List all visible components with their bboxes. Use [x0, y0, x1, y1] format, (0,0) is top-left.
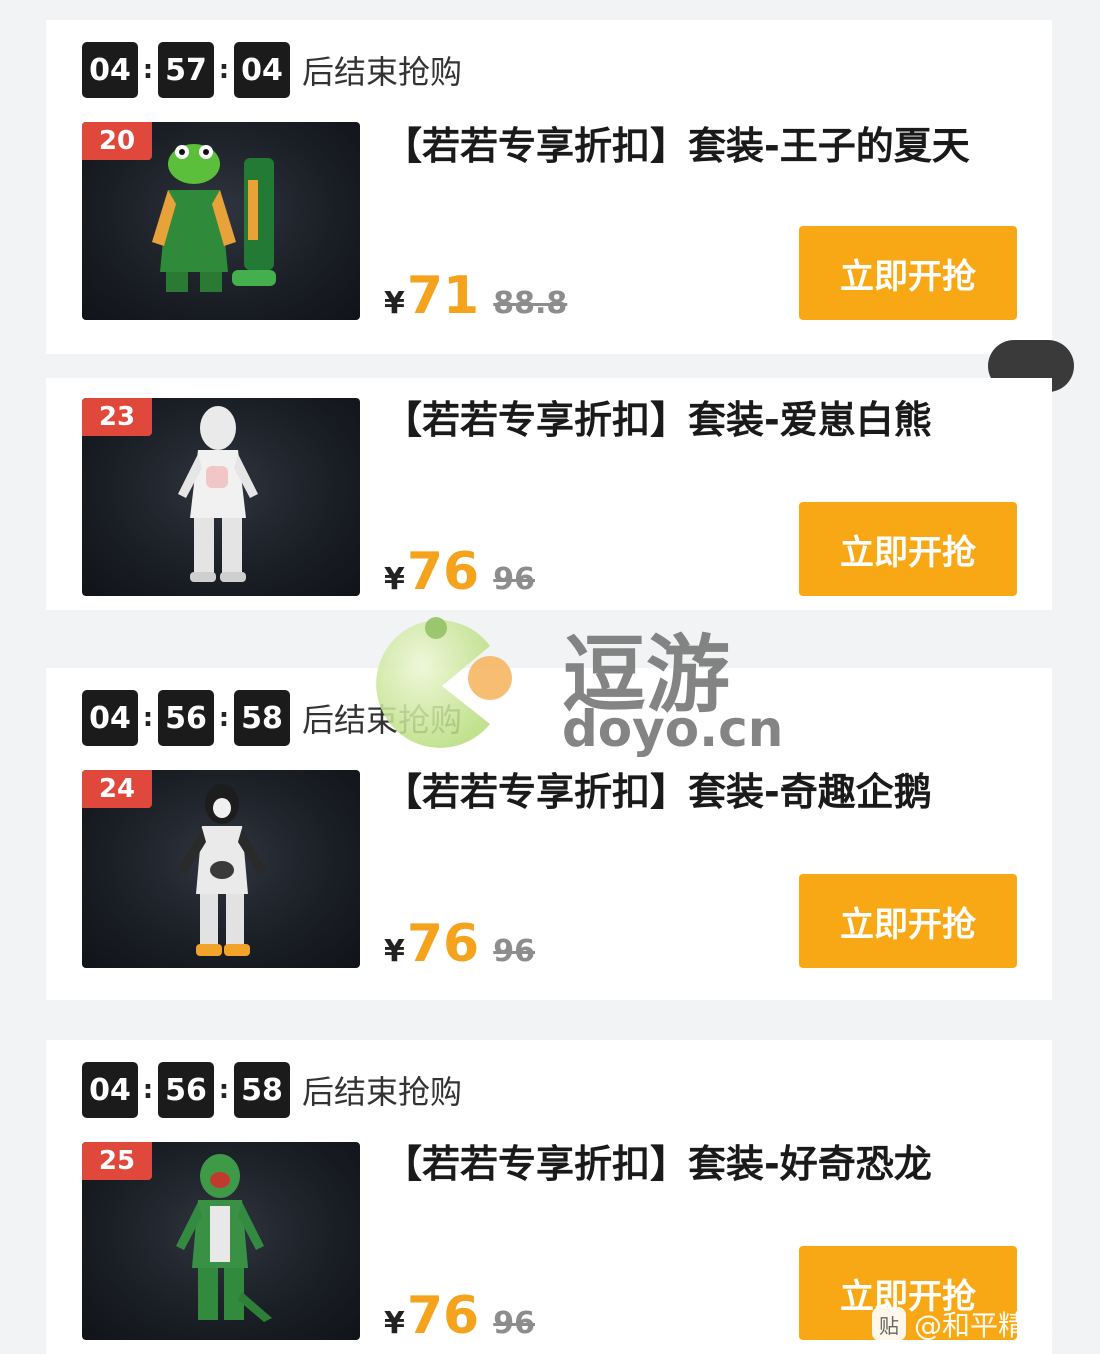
product-title: 【若若专享折扣】套装-奇趣企鹅: [384, 770, 932, 814]
timer-separator: :: [142, 703, 154, 733]
price-row: ¥ 76 96: [384, 914, 535, 974]
sale-price: 76: [406, 914, 480, 974]
doyo-logo-icon: [376, 617, 512, 748]
product-title: 【若若专享折扣】套装-爱崽白熊: [384, 398, 932, 442]
timer-hours: 04: [82, 42, 138, 98]
watermark-domain: doyo.cn: [562, 700, 784, 758]
weibo-signature: 贴 @和平精英: [872, 1304, 1054, 1344]
product-image[interactable]: 24: [82, 770, 360, 968]
weibo-handle: @和平精英: [914, 1309, 1055, 1342]
buy-now-button[interactable]: 立即开抢: [799, 502, 1017, 596]
price-row: ¥ 71 88.8: [384, 266, 567, 326]
timer-hours: 04: [82, 690, 138, 746]
timer-minutes: 56: [158, 690, 214, 746]
product-image[interactable]: 25: [82, 1142, 360, 1340]
currency-symbol: ¥: [384, 562, 405, 597]
timer-separator: :: [218, 55, 230, 85]
original-price: 96: [493, 562, 535, 597]
timer-hours: 04: [82, 1062, 138, 1118]
product-image[interactable]: 20: [82, 122, 360, 320]
timer-separator: :: [218, 1075, 230, 1105]
rank-badge: 23: [82, 398, 152, 436]
timer-minutes: 56: [158, 1062, 214, 1118]
timer-minutes: 57: [158, 42, 214, 98]
product-title: 【若若专享折扣】套装-王子的夏天: [384, 124, 970, 168]
currency-symbol: ¥: [384, 286, 405, 321]
price-row: ¥ 76 96: [384, 542, 535, 602]
original-price: 96: [493, 934, 535, 969]
timer-separator: :: [142, 1075, 154, 1105]
rank-badge: 25: [82, 1142, 152, 1180]
product-card: 04 : 57 : 04 后结束抢购 20 【若若专享折扣】套装-王子的夏天 ¥…: [46, 20, 1052, 354]
original-price: 96: [493, 1306, 535, 1341]
sale-price: 76: [406, 1286, 480, 1346]
timer-separator: :: [142, 55, 154, 85]
timer-suffix: 后结束抢购: [302, 53, 463, 91]
currency-symbol: ¥: [384, 934, 405, 969]
timer-seconds: 58: [234, 1062, 290, 1118]
weibo-icon: 贴: [872, 1307, 906, 1341]
countdown-timer: 04 : 57 : 04 后结束抢购: [82, 42, 462, 98]
original-price: 88.8: [493, 286, 568, 321]
product-card: 23 【若若专享折扣】套装-爱崽白熊 ¥ 76 96 立即开抢: [46, 378, 1052, 610]
countdown-timer: 04 : 56 : 58 后结束抢购: [82, 1062, 462, 1118]
price-row: ¥ 76 96: [384, 1286, 535, 1346]
currency-symbol: ¥: [384, 1306, 405, 1341]
product-title: 【若若专享折扣】套装-好奇恐龙: [384, 1142, 932, 1186]
timer-seconds: 04: [234, 42, 290, 98]
buy-now-button[interactable]: 立即开抢: [799, 226, 1017, 320]
sale-price: 76: [406, 542, 480, 602]
rank-badge: 20: [82, 122, 152, 160]
buy-now-button[interactable]: 立即开抢: [799, 874, 1017, 968]
rank-badge: 24: [82, 770, 152, 808]
timer-separator: :: [218, 703, 230, 733]
timer-seconds: 58: [234, 690, 290, 746]
timer-suffix: 后结束抢购: [302, 1073, 463, 1111]
sale-price: 71: [406, 266, 480, 326]
watermark: 逗游 doyo.cn: [350, 600, 783, 770]
product-image[interactable]: 23: [82, 398, 360, 596]
